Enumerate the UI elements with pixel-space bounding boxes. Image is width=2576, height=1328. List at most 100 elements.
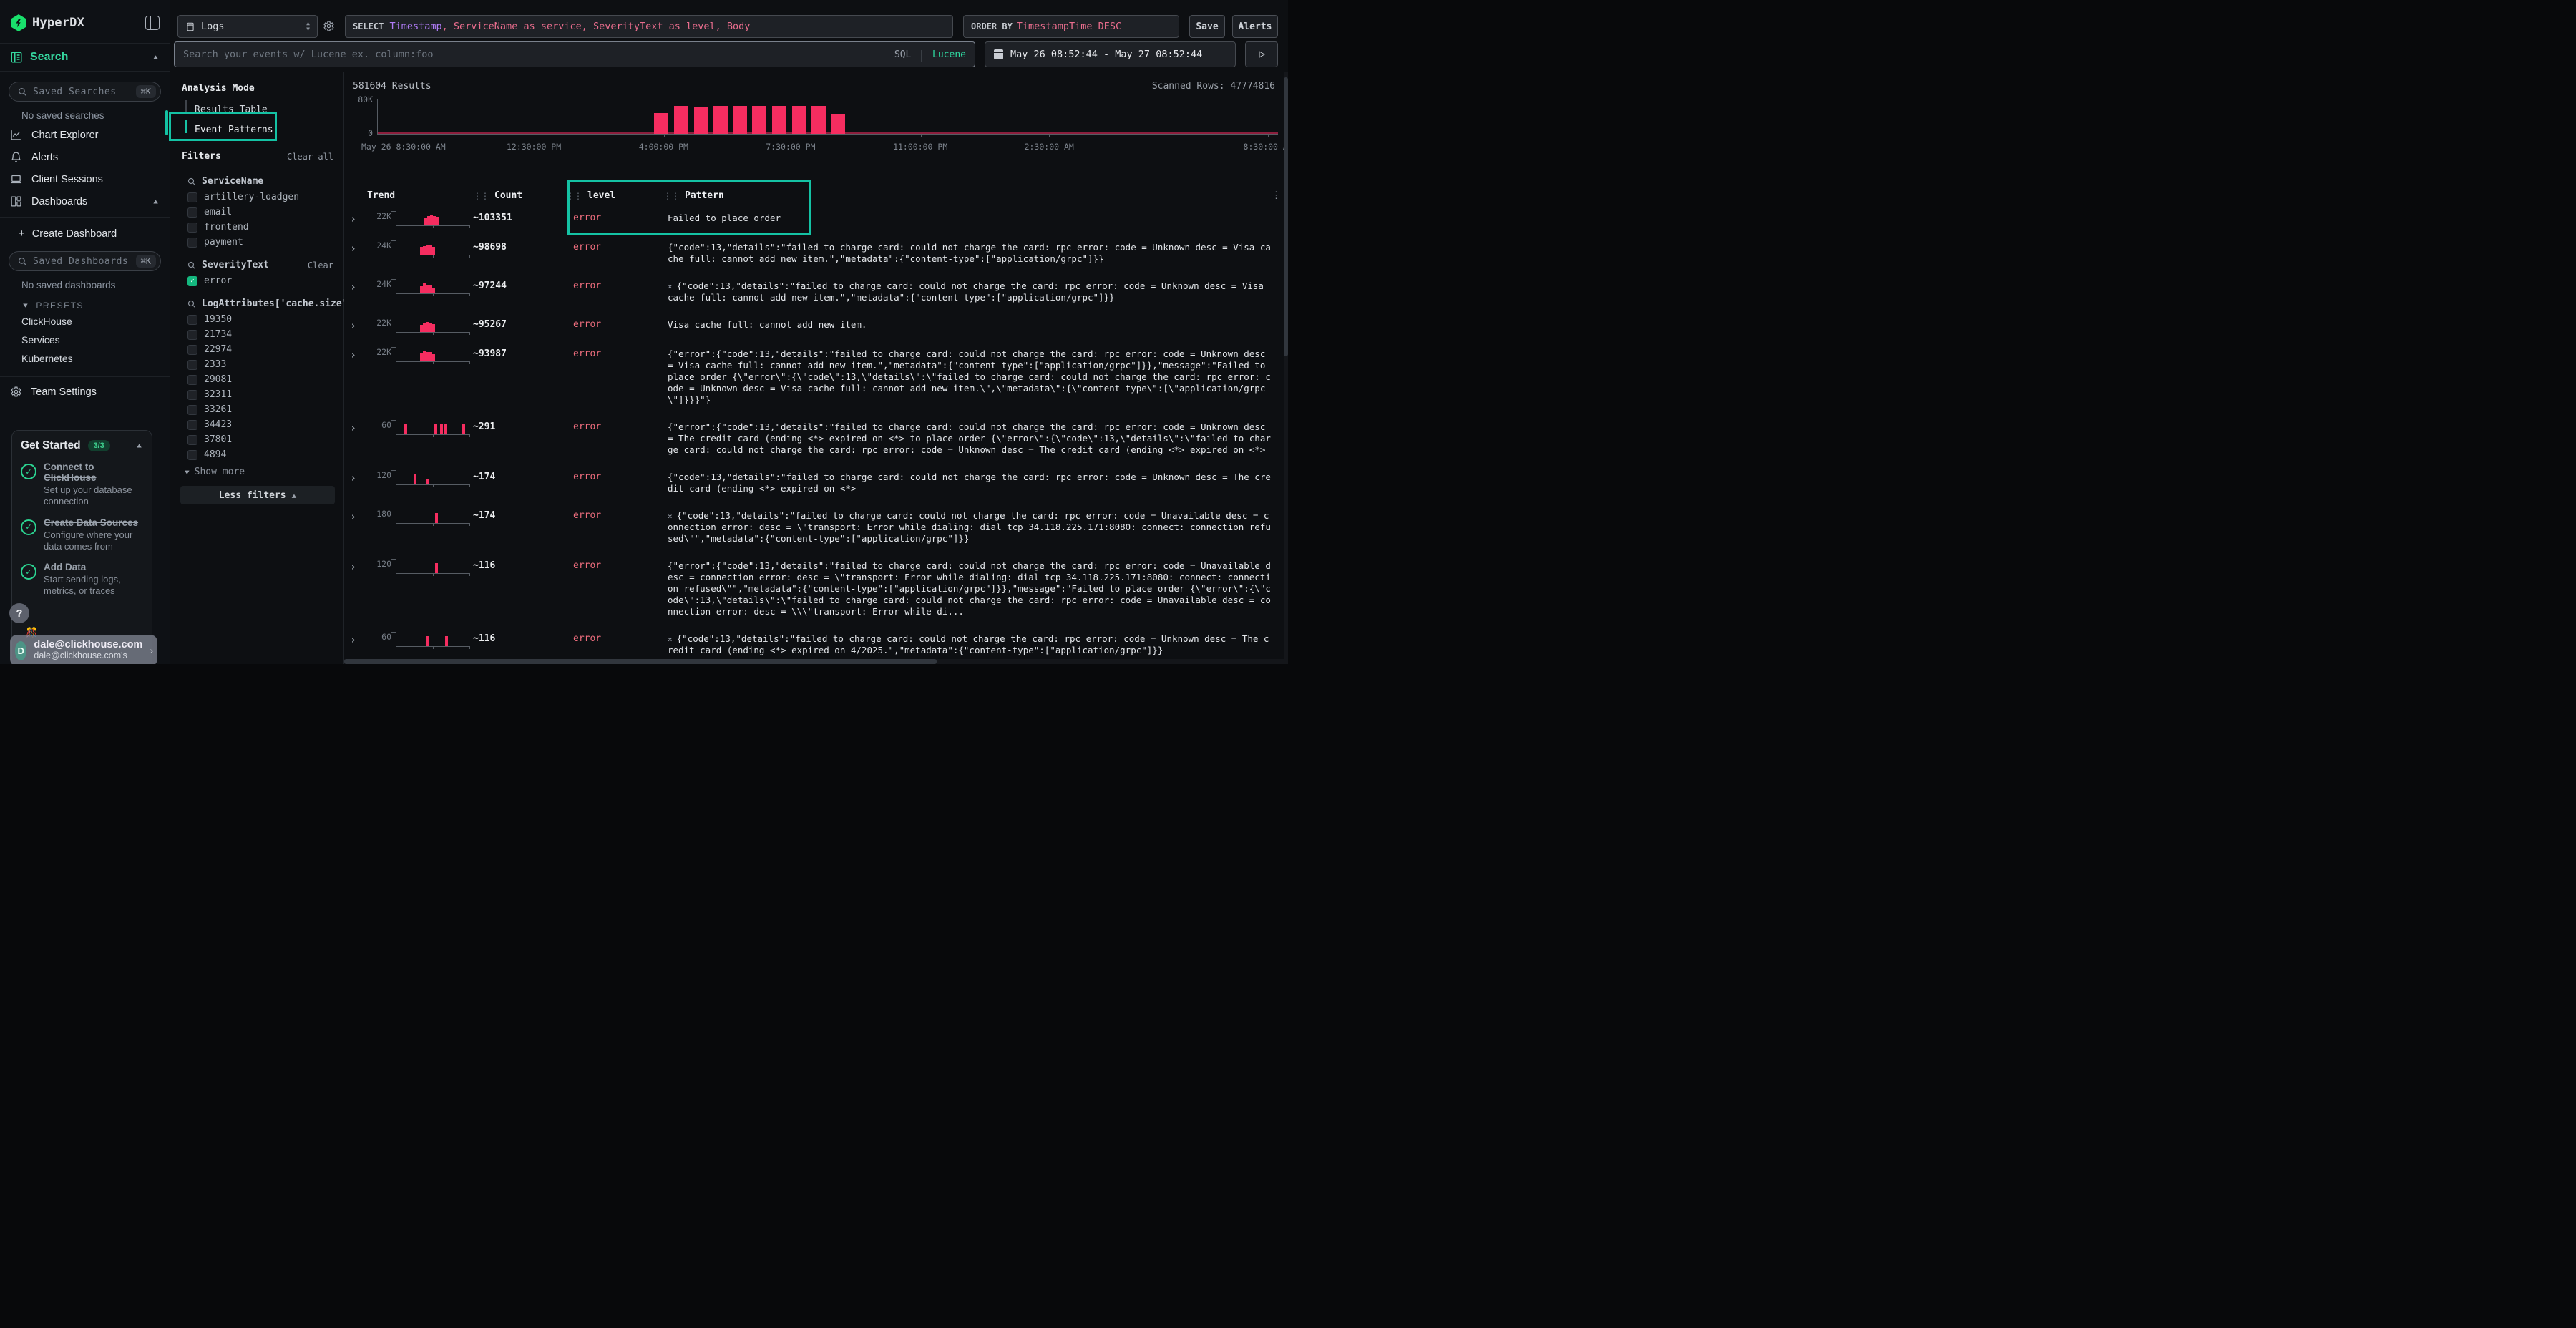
expand-row-chevron-icon[interactable]: › [348,208,367,225]
checkbox[interactable] [187,192,197,202]
filter-option[interactable]: 4894 [172,447,343,462]
checkbox[interactable] [187,390,197,400]
collapse-sidebar-icon[interactable] [145,16,160,30]
get-started-item[interactable]: ✓Add DataStart sending logs, metrics, or… [21,562,143,597]
logo[interactable]: HyperDX [0,0,170,43]
pattern-text[interactable]: {"code":13,"details":"failed to charge c… [663,467,1278,494]
pattern-text[interactable]: {"error":{"code":13,"details":"failed to… [663,417,1278,456]
filter-option[interactable]: artillery-loadgen [172,190,343,205]
source-settings-gear-icon[interactable] [323,20,335,32]
checkbox[interactable] [187,435,197,445]
show-more-link[interactable]: ▼ Show more [172,462,343,477]
table-row[interactable]: › 22K ~103351 error Failed to place orde… [348,203,1278,233]
column-header-trend[interactable]: Trend [367,190,473,201]
select-query-input[interactable]: SELECT Timestamp, ServiceName as service… [345,15,953,38]
drag-handle-icon[interactable]: ⋮⋮ [473,191,489,201]
sidebar-item-alerts[interactable]: Alerts [0,146,170,168]
pattern-text[interactable]: {"error":{"code":13,"details":"failed to… [663,344,1278,406]
checkbox[interactable] [187,375,197,385]
pattern-text[interactable]: Failed to place order [663,208,1278,224]
expand-row-chevron-icon[interactable]: › [348,276,367,293]
histogram-bar[interactable] [694,107,708,134]
histogram-bar[interactable] [752,106,766,134]
filter-group-header[interactable]: ServiceName [172,175,343,190]
get-started-item[interactable]: ✓Create Data SourcesConfigure where your… [21,517,143,553]
histogram-bar[interactable] [674,106,688,134]
checkbox[interactable] [187,345,197,355]
preset-clickhouse[interactable]: ClickHouse [0,312,170,331]
table-row[interactable]: › 24K ~98698 error {"code":13,"details":… [348,233,1278,271]
sidebar-scrollbar-thumb[interactable] [165,110,168,135]
checkbox[interactable] [187,315,197,325]
filter-group-header[interactable]: LogAttributes['cache.size'] [172,297,343,312]
table-row[interactable]: › 22K ~93987 error {"error":{"code":13,"… [348,339,1278,412]
filter-option[interactable]: ✓ error [172,273,343,288]
scrollbar-thumb[interactable] [344,659,937,664]
saved-dashboards-input[interactable]: Saved Dashboards ⌘K [9,251,161,271]
pattern-text[interactable]: ×{"code":13,"details":"failed to charge … [663,506,1278,545]
pattern-text[interactable]: Visa cache full: cannot add new item. [663,315,1278,331]
clear-all-filters-link[interactable]: Clear all [287,152,333,162]
checkbox[interactable] [187,208,197,218]
sidebar-item-dashboards[interactable]: Dashboards ▲ [0,190,170,213]
filter-option[interactable]: 32311 [172,387,343,402]
save-button[interactable]: Save [1189,15,1225,38]
drag-handle-icon[interactable]: ⋮⋮ [663,191,679,201]
checkbox[interactable] [187,360,197,370]
table-row[interactable]: › 120 ~116 error {"error":{"code":13,"de… [348,551,1278,624]
chevron-up-icon[interactable]: ▲ [152,54,160,61]
sidebar-item-search[interactable]: Search ▲ [0,43,170,72]
chevron-up-icon[interactable]: ▲ [135,442,143,449]
expand-row-chevron-icon[interactable]: › [348,506,367,522]
less-filters-button[interactable]: Less filters ▲ [180,486,335,504]
drag-handle-icon[interactable]: ⋮⋮ [566,191,582,201]
pattern-text[interactable]: {"code":13,"details":"failed to charge c… [663,238,1278,265]
expand-row-chevron-icon[interactable]: › [348,417,367,434]
table-row[interactable]: › 22K ~95267 error Visa cache full: cann… [348,310,1278,339]
pattern-text[interactable]: ×{"code":13,"details":"failed to charge … [663,276,1278,303]
expand-row-chevron-icon[interactable]: › [348,629,367,645]
histogram-bar[interactable] [713,106,728,134]
presets-toggle[interactable]: ▼ PRESETS [0,293,170,312]
pattern-text[interactable]: {"error":{"code":13,"details":"failed to… [663,556,1278,617]
filter-option[interactable]: 19350 [172,312,343,327]
sql-mode-toggle[interactable]: SQL [894,49,911,60]
preset-kubernetes[interactable]: Kubernetes [0,349,170,368]
column-header-count[interactable]: ⋮⋮Count [473,190,566,201]
clear-group-link[interactable]: Clear [308,260,333,270]
histogram-bar[interactable] [831,114,845,134]
table-row[interactable]: › 180 ~174 error ×{"code":13,"details":"… [348,501,1278,551]
preset-services[interactable]: Services [0,331,170,349]
mode-event-patterns[interactable]: Event Patterns [172,119,343,140]
expand-row-chevron-icon[interactable]: › [348,315,367,331]
event-search-input[interactable]: Search your events w/ Lucene ex. column:… [174,42,975,67]
get-started-item[interactable]: ✓Connect to ClickHouseSet up your databa… [21,462,143,508]
sidebar-item-chart-explorer[interactable]: Chart Explorer [0,124,170,146]
create-dashboard-button[interactable]: + Create Dashboard [0,218,170,241]
checkbox[interactable] [187,450,197,460]
filter-group-header[interactable]: SeverityText Clear [172,258,343,273]
table-row[interactable]: › 24K ~97244 error ×{"code":13,"details"… [348,271,1278,310]
checkbox[interactable] [187,330,197,340]
results-histogram[interactable]: 80K 0 May 26 8:30:00 AM12:30:00 PM4:00:0… [348,93,1278,153]
column-header-pattern[interactable]: ⋮⋮Pattern [663,190,1278,201]
expand-row-chevron-icon[interactable]: › [348,467,367,484]
checkbox[interactable] [187,238,197,248]
histogram-bar[interactable] [772,106,786,134]
histogram-bar[interactable] [792,106,806,134]
checkbox[interactable] [187,405,197,415]
horizontal-scrollbar[interactable] [344,659,1284,664]
filter-option[interactable]: email [172,205,343,220]
table-row[interactable]: › 60 ~291 error {"error":{"code":13,"det… [348,412,1278,462]
table-row[interactable]: › 60 ~116 error ×{"code":13,"details":"f… [348,624,1278,658]
run-query-button[interactable] [1245,42,1278,67]
time-range-picker[interactable]: May 26 08:52:44 - May 27 08:52:44 [985,42,1236,67]
filter-option[interactable]: 37801 [172,432,343,447]
expand-row-chevron-icon[interactable]: › [348,344,367,361]
lucene-mode-toggle[interactable]: Lucene [932,49,966,60]
filter-option[interactable]: 22974 [172,342,343,357]
help-button[interactable]: ? [9,603,29,623]
table-row[interactable]: › 120 ~174 error {"code":13,"details":"f… [348,462,1278,501]
histogram-bar[interactable] [733,106,747,134]
filter-option[interactable]: 21734 [172,327,343,342]
